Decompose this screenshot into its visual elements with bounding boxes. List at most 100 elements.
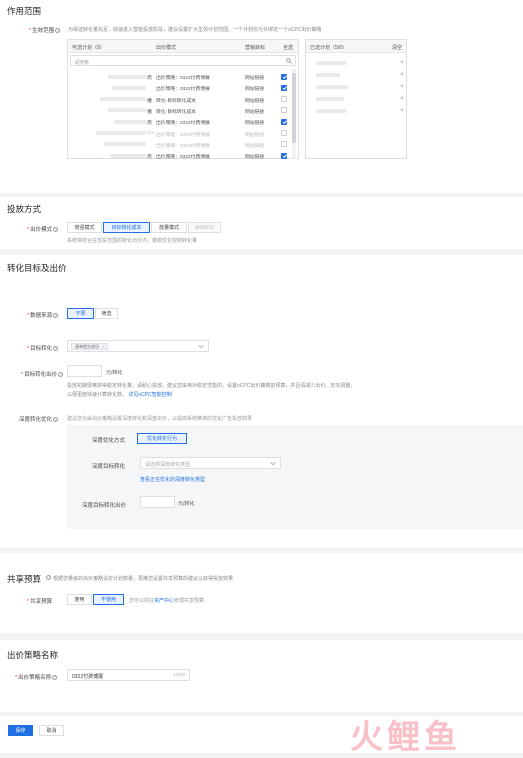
- ocpc-rules-link[interactable]: 详见oCPC智能控制: [128, 392, 171, 398]
- search-placeholder: 请搜索: [74, 59, 90, 66]
- table-row[interactable]: 出价策略：0322付费博展 网站链接: [68, 82, 290, 93]
- plan-name-suffix: 周: [147, 155, 152, 161]
- help-icon[interactable]: ?: [53, 226, 59, 232]
- selected-plan-redacted: [316, 109, 346, 113]
- strategy-name-input[interactable]: 0322付费博展 14/20: [67, 669, 190, 681]
- bid-mode-enhanced-button[interactable]: 增强模式: [67, 222, 102, 233]
- target-price-input[interactable]: [67, 365, 102, 377]
- strategy-name-counter: 14/20: [172, 673, 185, 678]
- plan-checkbox[interactable]: [281, 84, 287, 91]
- remove-plan-icon[interactable]: ×: [400, 60, 404, 66]
- plan-checkbox[interactable]: [281, 107, 287, 114]
- plan-checkbox[interactable]: [281, 118, 287, 125]
- table-row[interactable]: 槽转化-目标转化成本 网站链接: [68, 105, 290, 116]
- plan-bid-mode: 出价策略：0322付费博展: [156, 132, 210, 138]
- available-plans-panel: 可选计划（8） 出价模式 营销目标 全选 请搜索 周出价策略：0322付费博展网…: [67, 39, 299, 161]
- scope-card: 作用范围 *生效范围? 为保证转化量充足，快速进入智能投放阶段，建议设置扩大生效…: [0, 0, 523, 193]
- plan-bid-mode: 出价策略：0322付费博展: [156, 143, 210, 149]
- strategy-card: 出价策略名称 *出价策略名称? 0322付费博展 14/20: [0, 640, 523, 712]
- plan-checkbox[interactable]: [281, 73, 287, 80]
- plan-name-suffix: 槽: [147, 109, 152, 115]
- list-item: ×: [306, 82, 406, 92]
- remove-plan-icon[interactable]: ×: [400, 108, 404, 114]
- plan-target: 网站链接: [245, 98, 265, 104]
- clear-selected-link[interactable]: 清空: [392, 44, 402, 51]
- table-row[interactable]: 出价策略：0322付费博展 网站链接: [68, 139, 290, 150]
- plan-bid-mode: 出价策略：0322付费博展: [156, 121, 210, 127]
- list-item: ×: [306, 106, 406, 116]
- deep-price-input[interactable]: [140, 496, 175, 508]
- plan-search-input[interactable]: 请搜索: [70, 55, 296, 66]
- selected-plan-redacted: [316, 85, 348, 89]
- plan-checkbox[interactable]: [281, 152, 287, 159]
- bidding-title: 投放方式: [7, 204, 42, 214]
- table-row[interactable]: 周出价策略：0322付费博展 网站链接: [68, 116, 290, 127]
- target-price-unit: 元/转化: [106, 370, 123, 376]
- column-bid-mode: 出价模式: [156, 45, 177, 51]
- deep-target-select[interactable]: 请选择深度转化类型: [140, 457, 281, 469]
- plan-name-redacted: [100, 97, 146, 102]
- strategy-title: 出价策略名称: [7, 650, 59, 660]
- bid-mode-target-cpa-button[interactable]: 目标转化成本: [103, 222, 150, 233]
- plan-target: 网站链接: [245, 87, 265, 93]
- plan-bid-mode: 转化-目标转化成本: [156, 109, 196, 115]
- bid-mode-volume-button[interactable]: 放量模式: [151, 222, 187, 233]
- plan-checkbox[interactable]: [281, 96, 287, 103]
- cancel-button[interactable]: 取消: [39, 725, 64, 736]
- selected-header: 已选计划（5/8）: [310, 45, 347, 51]
- remove-plan-icon[interactable]: ×: [400, 96, 404, 102]
- list-item: ×: [306, 70, 406, 80]
- help-icon[interactable]: ?: [58, 371, 64, 377]
- deep-optimization-label: 深度转化优化?: [19, 416, 59, 423]
- data-source-label: *数据来源?: [27, 312, 59, 319]
- plan-name-redacted: [114, 119, 146, 124]
- help-icon[interactable]: ?: [53, 345, 59, 351]
- remove-tag-icon[interactable]: ×: [102, 344, 104, 349]
- help-icon[interactable]: ?: [53, 312, 59, 318]
- plan-bid-mode: 出价策略：0322付费博展: [156, 155, 210, 161]
- deep-target-placeholder: 请选择深度转化类型: [145, 462, 191, 468]
- plan-name-redacted: [96, 131, 146, 135]
- deep-mode-label: 深度优化方式: [92, 438, 126, 444]
- deep-mode-optimize-button[interactable]: 优化转化行为: [137, 433, 187, 444]
- strategy-name-label: *出价策略名称?: [15, 674, 58, 681]
- plan-list-scrollbar-thumb[interactable]: [292, 73, 296, 143]
- plan-bid-mode: 转化-目标转化成本: [156, 98, 196, 104]
- bid-mode-target-roi-button[interactable]: 目标ROI: [188, 222, 221, 233]
- asset-center-link[interactable]: 资产中心: [154, 598, 174, 604]
- target-conversion-tag: 表单提交成功 ×: [71, 343, 109, 350]
- table-row[interactable]: 周出价策略：0322付费博展 网站链接: [68, 71, 290, 82]
- plan-bid-mode: 出价策略：0322付费博展: [156, 87, 210, 93]
- target-price-hint: 投放初期很难获得稳定转化量，请耐心投放。建议您采用对稳定性能的，设置oCPC出价…: [67, 383, 356, 398]
- help-icon[interactable]: ?: [55, 27, 61, 33]
- target-conversion-label: *目标转化?: [27, 345, 59, 352]
- deep-optimization-panel: [67, 425, 523, 529]
- plan-target: 网站链接: [245, 155, 265, 161]
- budget-hint: 根据您量级的出价策略设定计划数量，再推您设置共享预算的建议以获得投放效果: [53, 576, 234, 582]
- remove-plan-icon[interactable]: ×: [400, 72, 404, 78]
- table-row[interactable]: 周出价策略：0322付费博展 网站链接: [68, 150, 290, 161]
- deep-price-label: 深度目标转化出价: [82, 503, 127, 509]
- target-conversion-select[interactable]: 表单提交成功 ×: [67, 340, 209, 352]
- budget-not-use-button[interactable]: 不使用: [93, 594, 124, 605]
- table-row[interactable]: 槽转化-目标转化成本 网站链接: [68, 94, 290, 105]
- data-source-unlimited-button[interactable]: 不限: [67, 308, 94, 319]
- budget-help-icon[interactable]: ?: [46, 575, 51, 580]
- list-item: ×: [306, 58, 406, 68]
- chevron-down-icon: [198, 344, 204, 351]
- help-icon[interactable]: ?: [53, 416, 59, 422]
- plan-name-suffix: 槽: [147, 98, 152, 104]
- save-button[interactable]: 保存: [8, 725, 33, 736]
- budget-card: 共享预算 ? 根据您量级的出价策略设定计划数量，再推您设置共享预算的建议以获得投…: [0, 553, 523, 633]
- budget-title: 共享预算: [7, 574, 42, 584]
- remove-plan-icon[interactable]: ×: [400, 84, 404, 90]
- help-icon[interactable]: ?: [52, 674, 58, 680]
- select-all-link[interactable]: 全选: [283, 44, 293, 51]
- plan-checkbox[interactable]: [281, 130, 287, 136]
- plan-checkbox[interactable]: [281, 141, 287, 148]
- budget-use-button[interactable]: 使用: [67, 594, 92, 605]
- table-row[interactable]: GX 出价策略：0322付费博展 网站链接: [68, 128, 290, 139]
- data-source-filter-button[interactable]: 筛选: [95, 308, 118, 319]
- selected-plan-redacted: [316, 97, 344, 101]
- deep-target-link[interactable]: 查看正在优化的深度转化类型: [140, 476, 205, 483]
